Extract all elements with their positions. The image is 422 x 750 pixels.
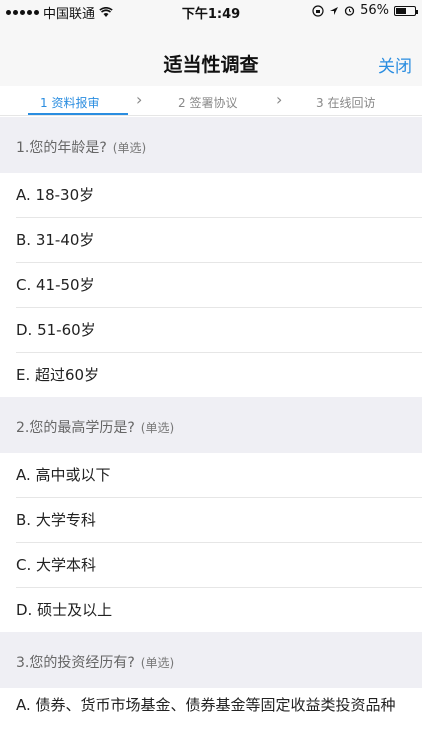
status-right: 56% xyxy=(312,3,418,18)
option-label: B. 大学专科 xyxy=(16,511,96,529)
option-label: D. 51-60岁 xyxy=(16,321,96,339)
question-type: (单选) xyxy=(112,141,147,155)
chevron-right-icon: › xyxy=(136,90,143,109)
close-button[interactable]: 关闭 xyxy=(378,52,412,77)
option-item[interactable]: A. 债券、货币市场基金、债券基金等固定收益类投资品种 xyxy=(0,688,422,750)
option-label: A. 高中或以下 xyxy=(16,466,111,484)
option-item[interactable]: B. 31-40岁 xyxy=(0,218,422,263)
question-header: 1.您的年龄是? (单选) xyxy=(0,117,422,173)
option-item[interactable]: E. 超过60岁 xyxy=(0,353,422,397)
option-label: A. 债券、货币市场基金、债券基金等固定收益类投资品种 xyxy=(16,696,396,714)
battery-icon xyxy=(394,5,418,16)
option-item[interactable]: A. 18-30岁 xyxy=(0,173,422,218)
step-indicator: 1 资料报审 › 2 签署协议 › 3 在线回访 xyxy=(0,86,422,116)
location-icon xyxy=(330,6,339,15)
chevron-right-icon: › xyxy=(276,90,283,109)
question-header: 2.您的最高学历是? (单选) xyxy=(0,397,422,453)
active-step-underline xyxy=(28,113,128,115)
navigation-bar: 适当性调查 关闭 xyxy=(0,22,422,86)
option-item[interactable]: A. 高中或以下 xyxy=(0,453,422,498)
option-label: C. 41-50岁 xyxy=(16,276,95,294)
option-label: B. 31-40岁 xyxy=(16,231,95,249)
option-item[interactable]: B. 大学专科 xyxy=(0,498,422,543)
page-title: 适当性调查 xyxy=(163,54,259,76)
question-title: 3.您的投资经历有? xyxy=(16,655,135,671)
option-item[interactable]: C. 41-50岁 xyxy=(0,263,422,308)
question-type: (单选) xyxy=(140,421,175,435)
step-3: 3 在线回访 xyxy=(316,96,376,110)
step-1: 1 资料报审 xyxy=(40,96,100,110)
question-header: 3.您的投资经历有? (单选) xyxy=(0,632,422,688)
question-type: (单选) xyxy=(140,656,175,670)
option-item[interactable]: C. 大学本科 xyxy=(0,543,422,588)
question-title: 1.您的年龄是? xyxy=(16,140,107,156)
orientation-lock-icon xyxy=(312,4,324,17)
option-label: D. 硕士及以上 xyxy=(16,601,113,619)
battery-percent: 56% xyxy=(360,3,389,18)
question-title: 2.您的最高学历是? xyxy=(16,420,135,436)
status-bar: 中国联通 下午1:49 56% xyxy=(0,0,422,22)
option-label: E. 超过60岁 xyxy=(16,366,100,384)
alarm-icon xyxy=(344,6,355,16)
option-item[interactable]: D. 硕士及以上 xyxy=(0,588,422,632)
step-2: 2 签署协议 xyxy=(178,96,238,110)
option-label: C. 大学本科 xyxy=(16,556,97,574)
option-item[interactable]: D. 51-60岁 xyxy=(0,308,422,353)
option-label: A. 18-30岁 xyxy=(16,186,95,204)
